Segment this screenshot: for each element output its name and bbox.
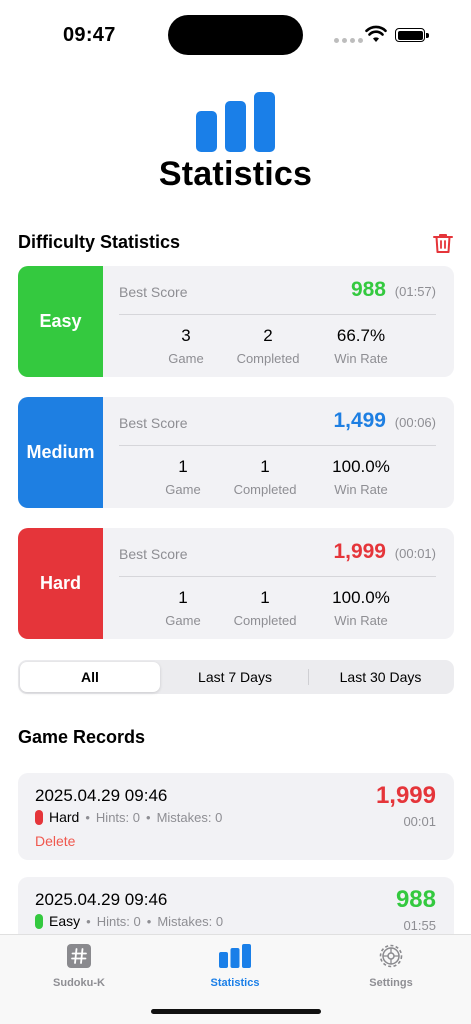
gear-icon — [331, 943, 451, 969]
record-time: 00:01 — [403, 814, 436, 829]
cellular-signal-icon — [334, 38, 363, 43]
delete-record-button[interactable]: Delete — [35, 833, 75, 849]
best-score-label: Best Score — [119, 546, 188, 562]
wifi-icon — [365, 25, 387, 42]
stat-win-rate-value: 100.0% — [332, 457, 390, 476]
divider — [119, 445, 436, 446]
best-score-value: 1,499 — [333, 409, 386, 432]
tab-sudoku-k[interactable]: Sudoku-K — [19, 943, 139, 989]
stat-win-rate: 100.0% Win Rate — [311, 588, 411, 628]
difficulty-indicator — [35, 809, 43, 825]
filter-all[interactable]: All — [20, 662, 160, 692]
record-hints: Hints: 0 — [96, 913, 141, 929]
stat-win-rate-label: Win Rate — [334, 613, 388, 628]
best-score-value: 988 — [350, 278, 386, 301]
dynamic-island — [168, 15, 303, 55]
stat-completed-label: Completed — [233, 482, 297, 497]
hash-icon — [19, 943, 139, 969]
game-record-card[interactable]: 2025.04.29 09:46 Hard • Hints: 0 • Mista… — [18, 773, 454, 860]
stat-completed-value: 1 — [260, 457, 270, 476]
stat-win-rate: 66.7% Win Rate — [311, 326, 411, 366]
stat-completed: 2 Completed — [218, 326, 318, 366]
record-score: 988 — [395, 886, 436, 913]
stat-completed-value: 1 — [260, 588, 270, 607]
stat-completed: 1 Completed — [215, 457, 315, 497]
home-indicator — [151, 1009, 321, 1014]
record-date: 2025.04.29 09:46 — [35, 890, 168, 909]
trash-icon[interactable] — [432, 232, 454, 254]
stat-win-rate: 100.0% Win Rate — [311, 457, 411, 497]
difficulty-card-medium: Medium Best Score 1,499 (00:06) 1 Game 1… — [18, 397, 454, 508]
record-meta: Hard • Hints: 0 • Mistakes: 0 — [35, 809, 228, 825]
record-meta: Easy • Hints: 0 • Mistakes: 0 — [35, 913, 229, 929]
best-score-label: Best Score — [119, 415, 188, 431]
tab-label-sudoku-k: Sudoku-K — [53, 977, 105, 989]
difficulty-card-easy: Easy Best Score 988 (01:57) 3 Game 2 Com… — [18, 266, 454, 377]
stat-win-rate-label: Win Rate — [334, 482, 388, 497]
record-score: 1,999 — [375, 782, 436, 809]
tab-label-settings: Settings — [369, 977, 413, 989]
stat-win-rate-value: 66.7% — [336, 326, 386, 345]
meta-separator: • — [85, 809, 90, 825]
best-score-label: Best Score — [119, 284, 188, 300]
record-difficulty: Easy — [49, 913, 81, 929]
divider — [119, 576, 436, 577]
stat-completed-label: Completed — [233, 613, 297, 628]
difficulty-indicator — [35, 913, 43, 929]
section-title-difficulty: Difficulty Statistics — [18, 232, 181, 252]
stat-completed-value: 2 — [263, 326, 273, 345]
stat-win-rate-label: Win Rate — [334, 351, 388, 366]
difficulty-badge-medium: Medium — [18, 397, 103, 508]
record-difficulty: Hard — [49, 809, 80, 825]
record-mistakes: Mistakes: 0 — [156, 809, 223, 825]
best-score-time: (00:06) — [394, 415, 436, 430]
stat-completed: 1 Completed — [215, 588, 315, 628]
page-title: Statistics — [158, 155, 313, 193]
record-date: 2025.04.29 09:46 — [35, 786, 168, 805]
meta-separator: • — [146, 809, 151, 825]
best-score-time: (00:01) — [394, 546, 436, 561]
section-title-records: Game Records — [18, 727, 146, 747]
battery-icon — [395, 28, 429, 42]
tab-statistics[interactable]: Statistics — [175, 943, 295, 989]
best-score-time: (01:57) — [394, 284, 436, 299]
tab-settings[interactable]: Settings — [331, 943, 451, 989]
stat-win-rate-value: 100.0% — [332, 588, 390, 607]
meta-separator: • — [146, 913, 152, 929]
stat-completed-label: Completed — [236, 351, 300, 366]
divider — [119, 314, 436, 315]
record-time: 01:55 — [403, 918, 436, 933]
bar-chart-icon — [196, 92, 275, 152]
difficulty-badge-hard: Hard — [18, 528, 103, 639]
date-filter-segmented-control: All Last 7 Days Last 30 Days — [18, 660, 454, 694]
status-time: 09:47 — [63, 24, 116, 46]
record-hints: Hints: 0 — [95, 809, 140, 825]
bar-chart-icon — [175, 943, 295, 969]
difficulty-card-hard: Hard Best Score 1,999 (00:01) 1 Game 1 C… — [18, 528, 454, 639]
meta-separator: • — [86, 913, 91, 929]
filter-last-7-days[interactable]: Last 7 Days — [163, 662, 307, 692]
filter-last-30-days[interactable]: Last 30 Days — [309, 662, 452, 692]
difficulty-badge-easy: Easy — [18, 266, 103, 377]
status-bar: 09:47 — [0, 0, 471, 70]
tab-label-statistics: Statistics — [210, 977, 260, 989]
record-mistakes: Mistakes: 0 — [157, 913, 224, 929]
best-score-value: 1,999 — [333, 540, 386, 563]
